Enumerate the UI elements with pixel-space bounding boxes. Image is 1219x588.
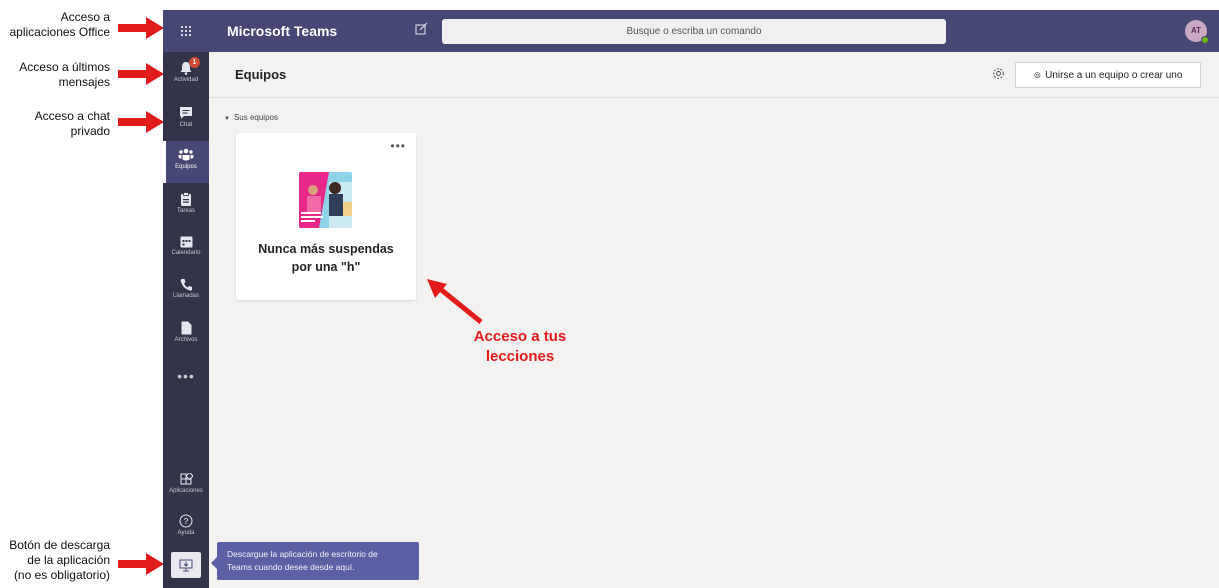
tooltip-text: Teams cuando desee desde aquí.	[227, 562, 355, 572]
top-bar: Microsoft Teams Busque o escriba un coma…	[163, 10, 1219, 52]
gear-icon	[993, 68, 1004, 79]
rail-item-teams[interactable]: Equipos	[163, 141, 209, 183]
rail-item-activity[interactable]: 1 Actividad	[163, 54, 209, 96]
team-image	[299, 172, 352, 228]
download-desktop-icon	[179, 559, 193, 571]
search-input[interactable]: Busque o escriba un comando	[442, 19, 946, 44]
app-title: Microsoft Teams	[227, 23, 338, 39]
annotation-text: lecciones	[485, 348, 555, 365]
annotation-text: privado	[70, 124, 110, 138]
join-or-create-team-button[interactable]: ⊚ Unirse a un equipo o crear uno	[1015, 62, 1201, 88]
caret-down-icon: ▼	[224, 116, 230, 122]
teams-window: Microsoft Teams Busque o escriba un coma…	[163, 10, 1219, 588]
avatar[interactable]: AT	[1185, 20, 1209, 44]
calendar-icon	[180, 236, 192, 248]
teams-icon	[178, 148, 194, 161]
phone-icon	[180, 279, 192, 291]
annotation-lessons: Acceso a tus lecciones	[470, 327, 570, 367]
team-card[interactable]: ••• Nunca más suspendas por una "h"	[236, 133, 416, 300]
app-bar: 1 Actividad Chat Equipos Tareas Calendar…	[163, 52, 209, 588]
red-arrow-icon	[118, 553, 164, 575]
help-icon: ?	[179, 514, 193, 528]
file-icon	[181, 321, 191, 335]
rail-label: Actividad	[173, 77, 199, 83]
your-teams-section-toggle[interactable]: ▼ Sus equipos	[224, 113, 278, 122]
apps-icon	[180, 473, 193, 485]
more-options-button[interactable]: •••	[390, 139, 406, 153]
chat-icon	[180, 107, 192, 119]
download-app-button[interactable]	[171, 552, 201, 578]
team-name-line: por una "h"	[291, 260, 361, 274]
annotation-office-apps: Acceso a aplicaciones Office	[10, 10, 111, 40]
rail-item-chat[interactable]: Chat	[163, 99, 209, 141]
page-header: Equipos ⊚ Unirse a un equipo o crear uno	[209, 52, 1219, 98]
activity-badge: 1	[189, 57, 200, 68]
annotation-text: Acceso a	[60, 10, 110, 24]
red-arrow-icon	[118, 63, 164, 85]
red-arrow-icon	[118, 111, 164, 133]
svg-text:?: ?	[184, 516, 189, 526]
rail-item-help[interactable]: ? Ayuda	[163, 507, 209, 549]
avatar-initials: AT	[1190, 26, 1202, 35]
annotation-text: de la aplicación	[27, 553, 110, 567]
screenshot-root: Acceso a aplicaciones Office Acceso a úl…	[0, 0, 1219, 588]
annotation-text: mensajes	[58, 75, 110, 89]
add-people-icon: ⊚	[1033, 70, 1042, 80]
annotation-latest-messages: Acceso a últimos mensajes	[19, 60, 110, 90]
section-label: Sus equipos	[233, 113, 278, 122]
clipboard-icon	[181, 192, 191, 206]
annotation-text: aplicaciones Office	[9, 25, 111, 39]
rail-item-calendar[interactable]: Calendario	[163, 228, 209, 270]
rail-label: Llamadas	[172, 293, 199, 299]
page-title: Equipos	[235, 67, 287, 82]
rail-label: Ayuda	[177, 530, 195, 536]
compose-icon	[415, 22, 428, 35]
rail-label: Tareas	[176, 208, 195, 214]
join-button-label: Unirse a un equipo o crear uno	[1045, 70, 1183, 81]
waffle-icon	[180, 25, 192, 37]
rail-item-files[interactable]: Archivos	[163, 314, 209, 356]
team-name: Nunca más suspendas por una "h"	[236, 240, 416, 276]
annotation-text: Acceso a tus	[473, 328, 567, 345]
tooltip-text: Descargue la aplicación de escritorio de	[227, 549, 378, 559]
rail-label: Archivos	[174, 337, 198, 343]
rail-label: Aplicaciones	[169, 488, 203, 494]
annotation-private-chat: Acceso a chat privado	[35, 109, 110, 139]
team-name-line: Nunca más suspendas	[258, 242, 394, 256]
rail-item-calls[interactable]: Llamadas	[163, 271, 209, 313]
more-apps-button[interactable]: •••	[163, 368, 209, 384]
red-arrow-icon	[427, 279, 483, 324]
annotation-text: Acceso a últimos	[19, 60, 110, 74]
annotation-text: Botón de descarga	[9, 538, 110, 552]
rail-label: Equipos	[175, 164, 197, 170]
team-photo-icon	[299, 172, 352, 228]
download-tooltip: Descargue la aplicación de escritorio de…	[211, 542, 419, 580]
presence-icon	[1201, 36, 1209, 44]
rail-item-assignments[interactable]: Tareas	[163, 185, 209, 227]
red-arrow-icon	[118, 17, 164, 39]
annotation-download: Botón de descarga de la aplicación (no e…	[9, 538, 110, 583]
annotation-text: Acceso a chat	[34, 109, 110, 123]
rail-label: Chat	[179, 122, 193, 128]
rail-item-apps[interactable]: Aplicaciones	[163, 466, 209, 508]
manage-teams-button[interactable]	[992, 67, 1005, 85]
app-launcher-button[interactable]	[163, 10, 209, 52]
annotation-text: (no es obligatorio)	[13, 568, 110, 582]
new-chat-button[interactable]	[415, 22, 428, 40]
rail-label: Calendario	[171, 250, 201, 256]
